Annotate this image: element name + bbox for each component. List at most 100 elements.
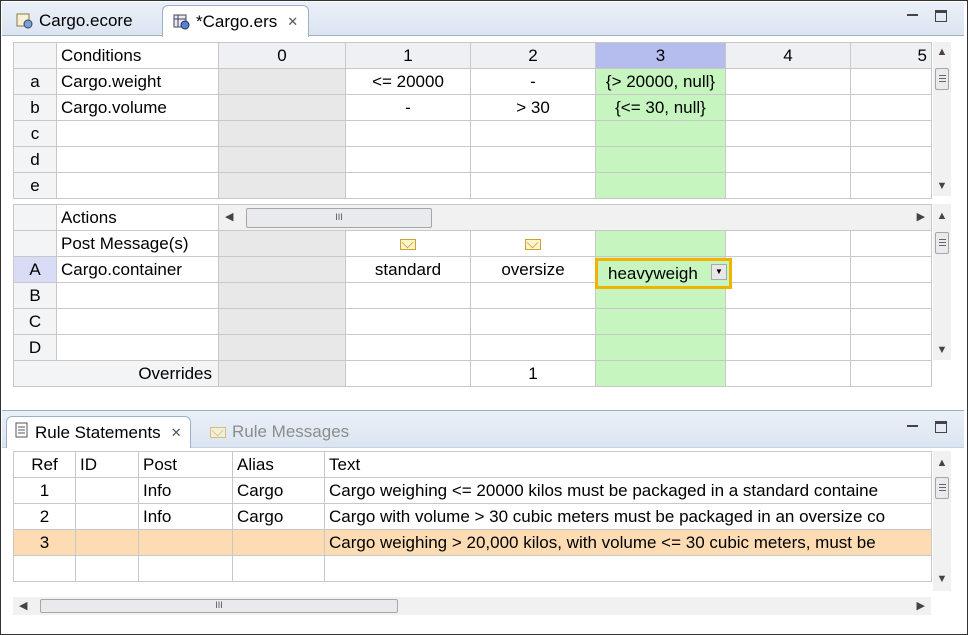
action-cell[interactable] (849, 256, 933, 283)
condition-name[interactable]: Cargo.weight (56, 68, 219, 95)
post-message-cell[interactable] (849, 230, 933, 257)
condition-cell[interactable]: - (470, 68, 596, 95)
action-cell[interactable] (725, 256, 851, 283)
text-cell[interactable]: Cargo weighing <= 20000 kilos must be pa… (324, 477, 932, 504)
scroll-down-icon[interactable]: ▼ (933, 342, 951, 358)
table-row[interactable]: 2 Info Cargo Cargo with volume > 30 cubic m… (13, 503, 932, 530)
column-header-text[interactable]: Text (324, 451, 932, 478)
condition-cell[interactable] (218, 68, 346, 95)
condition-cell[interactable] (595, 172, 726, 199)
scroll-left-icon[interactable]: ◀ (19, 599, 27, 612)
condition-cell[interactable] (345, 146, 471, 173)
condition-cell[interactable] (470, 172, 596, 199)
condition-cell[interactable]: - (345, 94, 471, 121)
action-cell[interactable] (345, 334, 471, 361)
alias-cell[interactable] (232, 529, 325, 556)
condition-cell[interactable]: <= 20000 (345, 68, 471, 95)
action-cell[interactable] (595, 334, 726, 361)
scroll-down-icon[interactable]: ▼ (933, 571, 951, 587)
override-cell[interactable] (345, 360, 471, 387)
action-cell[interactable] (470, 334, 596, 361)
table-row[interactable]: 3 Cargo weighing > 20,000 kilos, with vol… (13, 529, 932, 556)
action-cell[interactable] (218, 256, 346, 283)
condition-cell[interactable] (595, 146, 726, 173)
post-cell[interactable]: Info (138, 477, 233, 504)
condition-cell[interactable] (345, 172, 471, 199)
container-value-dropdown[interactable]: heavyweigh ▼ (595, 258, 732, 289)
action-name[interactable] (56, 308, 219, 335)
id-cell[interactable] (75, 503, 139, 530)
post-message-cell[interactable] (595, 230, 726, 257)
condition-cell[interactable] (850, 120, 932, 147)
condition-cell[interactable] (850, 172, 932, 199)
column-header[interactable]: 2 (470, 42, 596, 69)
override-cell[interactable]: 1 (470, 360, 596, 387)
chevron-down-icon[interactable]: ▼ (711, 264, 727, 280)
actions-vertical-scrollbar[interactable]: ▲ ▼ (933, 204, 951, 360)
condition-cell[interactable] (595, 120, 726, 147)
action-name[interactable] (56, 334, 219, 361)
close-icon[interactable]: ✕ (287, 14, 298, 30)
column-header-alias[interactable]: Alias (232, 451, 325, 478)
condition-cell[interactable] (725, 94, 851, 121)
post-message-cell[interactable] (345, 230, 471, 257)
condition-cell[interactable] (470, 120, 596, 147)
scroll-thumb[interactable]: III (246, 208, 432, 228)
condition-cell[interactable] (850, 68, 932, 95)
action-name[interactable] (56, 282, 219, 309)
override-cell[interactable] (218, 360, 346, 387)
action-cell[interactable]: standard (345, 256, 471, 283)
tab-rule-statements[interactable]: Rule Statements ✕ (6, 416, 191, 448)
action-cell[interactable] (849, 282, 933, 309)
condition-name[interactable] (56, 172, 219, 199)
override-cell[interactable] (595, 360, 726, 387)
action-cell[interactable] (218, 308, 346, 335)
action-cell[interactable] (218, 334, 346, 361)
override-cell[interactable] (725, 360, 851, 387)
alias-cell[interactable]: Cargo (232, 477, 325, 504)
action-cell[interactable] (595, 308, 726, 335)
condition-cell[interactable] (725, 146, 851, 173)
condition-cell[interactable]: {<= 30, null} (595, 94, 726, 121)
scroll-up-icon[interactable]: ▲ (933, 455, 951, 471)
tab-cargo-ecore[interactable]: Cargo.ecore (6, 5, 143, 36)
scroll-thumb[interactable]: III (40, 599, 398, 613)
condition-cell[interactable] (725, 68, 851, 95)
scroll-thumb[interactable] (935, 232, 949, 254)
scroll-up-icon[interactable]: ▲ (933, 208, 951, 224)
column-header-selected[interactable]: 3 (595, 42, 726, 69)
tab-rule-messages[interactable]: Rule Messages (202, 416, 357, 448)
action-name[interactable]: Cargo.container (56, 256, 219, 283)
condition-cell[interactable] (725, 172, 851, 199)
actions-horizontal-scrollbar[interactable]: ◀ III ▶ (217, 204, 933, 231)
statements-horizontal-scrollbar[interactable]: ◀ III ▶ (13, 597, 931, 615)
action-cell[interactable] (725, 308, 851, 335)
table-row[interactable]: 1 Info Cargo Cargo weighing <= 20000 kilos … (13, 477, 932, 504)
column-header[interactable]: 0 (218, 42, 346, 69)
text-cell[interactable]: Cargo weighing > 20,000 kilos, with volu… (324, 529, 932, 556)
action-cell[interactable] (725, 282, 851, 309)
scroll-right-icon[interactable]: ▶ (917, 210, 925, 223)
condition-name[interactable] (56, 146, 219, 173)
scroll-right-icon[interactable]: ▶ (917, 599, 925, 612)
column-header[interactable]: 5 (850, 42, 932, 69)
condition-cell[interactable] (470, 146, 596, 173)
scroll-down-icon[interactable]: ▼ (933, 178, 951, 194)
condition-cell[interactable] (218, 94, 346, 121)
conditions-vertical-scrollbar[interactable]: ▲ ▼ (933, 42, 951, 196)
condition-cell[interactable] (345, 120, 471, 147)
condition-cell[interactable]: > 30 (470, 94, 596, 121)
condition-cell[interactable] (218, 172, 346, 199)
scroll-thumb[interactable] (935, 477, 949, 499)
override-cell[interactable] (849, 360, 933, 387)
scroll-thumb[interactable] (935, 68, 949, 90)
action-cell[interactable] (470, 282, 596, 309)
maximize-icon[interactable] (935, 421, 947, 433)
post-cell[interactable]: Info (138, 503, 233, 530)
condition-cell[interactable] (850, 146, 932, 173)
column-header-post[interactable]: Post (138, 451, 233, 478)
scroll-up-icon[interactable]: ▲ (933, 44, 951, 60)
id-cell[interactable] (75, 477, 139, 504)
scroll-left-icon[interactable]: ◀ (225, 210, 233, 223)
column-header-ref[interactable]: Ref (13, 451, 76, 478)
